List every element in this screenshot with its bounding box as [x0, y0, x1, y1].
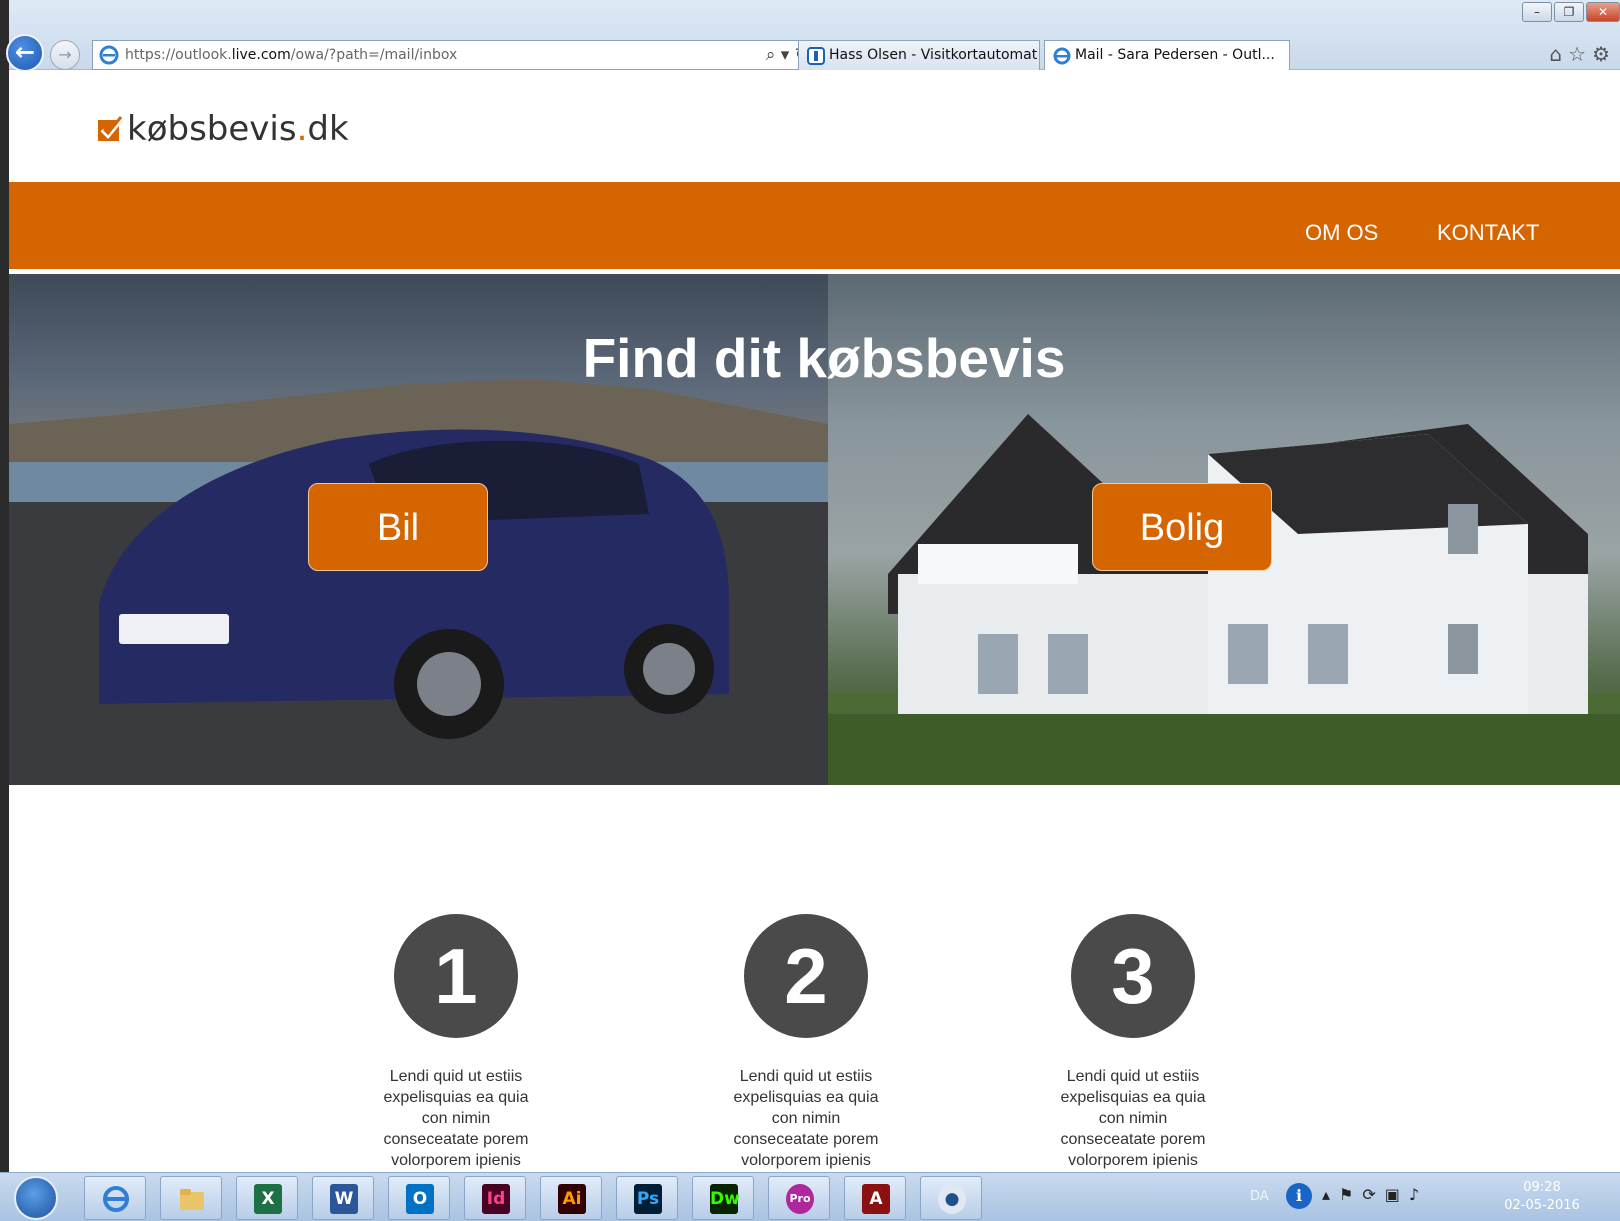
info-icon[interactable]: i	[1286, 1183, 1312, 1209]
search-icon[interactable]: ⌕	[766, 45, 776, 65]
favorites-star-icon[interactable]: ☆	[1568, 42, 1592, 66]
step-card-3: 3 Lendi quid ut estiis expelisquias ea q…	[1013, 914, 1253, 1171]
windows-taskbar: X W O Id Ai Ps Dw Pro A ● DA i ▴⚑⟳▣♪ 09:…	[0, 1172, 1620, 1221]
hero-section: Find dit købsbevis Bil Bolig	[9, 274, 1620, 785]
photoshop-icon: Ps	[634, 1184, 662, 1214]
web-page: købsbevis. dk OM OS KONTAKT Find dit køb…	[9, 71, 1620, 1182]
tab-mail[interactable]: Mail - Sara Pedersen - Outl... ×	[1044, 40, 1290, 70]
ie-icon	[1053, 47, 1071, 65]
step-card-2: 2 Lendi quid ut estiis expelisquias ea q…	[686, 914, 926, 1171]
step-number: 1	[394, 914, 518, 1038]
screen: – ❐ ✕ ← → https://outlook.live.com/owa/?…	[0, 0, 1620, 1221]
tab-visitkortautomat[interactable]: Hass Olsen - Visitkortautomat	[798, 40, 1040, 70]
show-hidden-icons-icon[interactable]: ▴	[1322, 1185, 1339, 1204]
logo-dot: .	[296, 109, 308, 149]
taskbar-indesign[interactable]: Id	[464, 1176, 526, 1220]
window-controls: – ❐ ✕	[1522, 2, 1620, 22]
ie-icon	[99, 45, 119, 65]
illustrator-icon: Ai	[558, 1184, 586, 1214]
taskbar-file-explorer[interactable]	[160, 1176, 222, 1220]
step-number: 2	[744, 914, 868, 1038]
action-center-flag-icon[interactable]: ⚑	[1339, 1185, 1362, 1204]
dreamweaver-icon: Dw	[710, 1184, 740, 1214]
nav-about-link[interactable]: OM OS	[1305, 220, 1378, 246]
restore-button[interactable]: ❐	[1554, 2, 1584, 22]
volume-icon[interactable]: ♪	[1409, 1185, 1428, 1204]
home-icon[interactable]: ⌂	[1549, 42, 1568, 66]
close-window-button[interactable]: ✕	[1586, 2, 1620, 22]
logo-tld: dk	[307, 109, 349, 149]
indesign-icon: Id	[482, 1184, 510, 1214]
folder-icon	[180, 1189, 204, 1210]
browser-right-tools: ⌂☆⚙	[1549, 42, 1616, 66]
taskbar-outlook[interactable]: O	[388, 1176, 450, 1220]
taskbar-media-app[interactable]: ●	[920, 1176, 982, 1220]
media-app-icon: ●	[938, 1184, 966, 1214]
nav-contact-link[interactable]: KONTAKT	[1437, 220, 1539, 246]
network-icon[interactable]: ▣	[1385, 1185, 1409, 1204]
start-button[interactable]	[14, 1176, 58, 1220]
tab-label: Mail - Sara Pedersen - Outl...	[1075, 47, 1275, 63]
car-button[interactable]: Bil	[308, 483, 488, 571]
sync-icon[interactable]: ⟳	[1362, 1185, 1384, 1204]
step-description: Lendi quid ut estiis expelisquias ea qui…	[383, 1068, 529, 1169]
pro-app-icon: Pro	[786, 1184, 814, 1214]
language-indicator[interactable]: DA	[1250, 1189, 1269, 1204]
tab-close-icon[interactable]: ×	[1289, 47, 1290, 63]
window-frame	[0, 0, 9, 1221]
back-button[interactable]: ←	[6, 34, 44, 72]
settings-gear-icon[interactable]: ⚙	[1592, 42, 1616, 66]
step-description: Lendi quid ut estiis expelisquias ea qui…	[733, 1068, 879, 1169]
house-button[interactable]: Bolig	[1092, 483, 1272, 571]
ie-icon	[103, 1186, 129, 1212]
dropdown-icon[interactable]: ▾	[781, 45, 790, 65]
step-number: 3	[1071, 914, 1195, 1038]
taskbar-word[interactable]: W	[312, 1176, 374, 1220]
outlook-icon: O	[406, 1184, 434, 1214]
taskbar-pro-app[interactable]: Pro	[768, 1176, 830, 1220]
checkbox-check-icon	[98, 116, 125, 141]
clock-date: 02-05-2016	[1504, 1198, 1580, 1213]
word-icon: W	[330, 1184, 358, 1214]
taskbar-acrobat[interactable]: A	[844, 1176, 906, 1220]
hero-title: Find dit købsbevis	[582, 327, 1066, 389]
tab-label: Hass Olsen - Visitkortautomat	[829, 47, 1038, 63]
address-bar[interactable]: https://outlook.live.com/owa/?path=/mail…	[92, 40, 816, 70]
clock-time: 09:28	[1523, 1180, 1561, 1195]
taskbar-internet-explorer[interactable]	[84, 1176, 146, 1220]
acrobat-icon: A	[862, 1184, 890, 1214]
tray-icons: ▴⚑⟳▣♪	[1322, 1185, 1428, 1204]
taskbar-dreamweaver[interactable]: Dw	[692, 1176, 754, 1220]
taskbar-excel[interactable]: X	[236, 1176, 298, 1220]
forward-button[interactable]: →	[50, 40, 80, 70]
logo-text: købsbevis	[127, 109, 297, 149]
step-description: Lendi quid ut estiis expelisquias ea qui…	[1060, 1068, 1206, 1169]
clock[interactable]: 09:28 02-05-2016	[1482, 1179, 1602, 1215]
step-card-1: 1 Lendi quid ut estiis expelisquias ea q…	[336, 914, 576, 1171]
address-text[interactable]: https://outlook.live.com/owa/?path=/mail…	[125, 47, 457, 63]
taskbar-photoshop[interactable]: Ps	[616, 1176, 678, 1220]
minimize-button[interactable]: –	[1522, 2, 1552, 22]
site-logo[interactable]: købsbevis. dk	[97, 109, 349, 149]
excel-icon: X	[254, 1184, 282, 1214]
site-favicon-icon	[807, 47, 825, 65]
taskbar-illustrator[interactable]: Ai	[540, 1176, 602, 1220]
main-navbar: OM OS KONTAKT	[9, 182, 1620, 269]
